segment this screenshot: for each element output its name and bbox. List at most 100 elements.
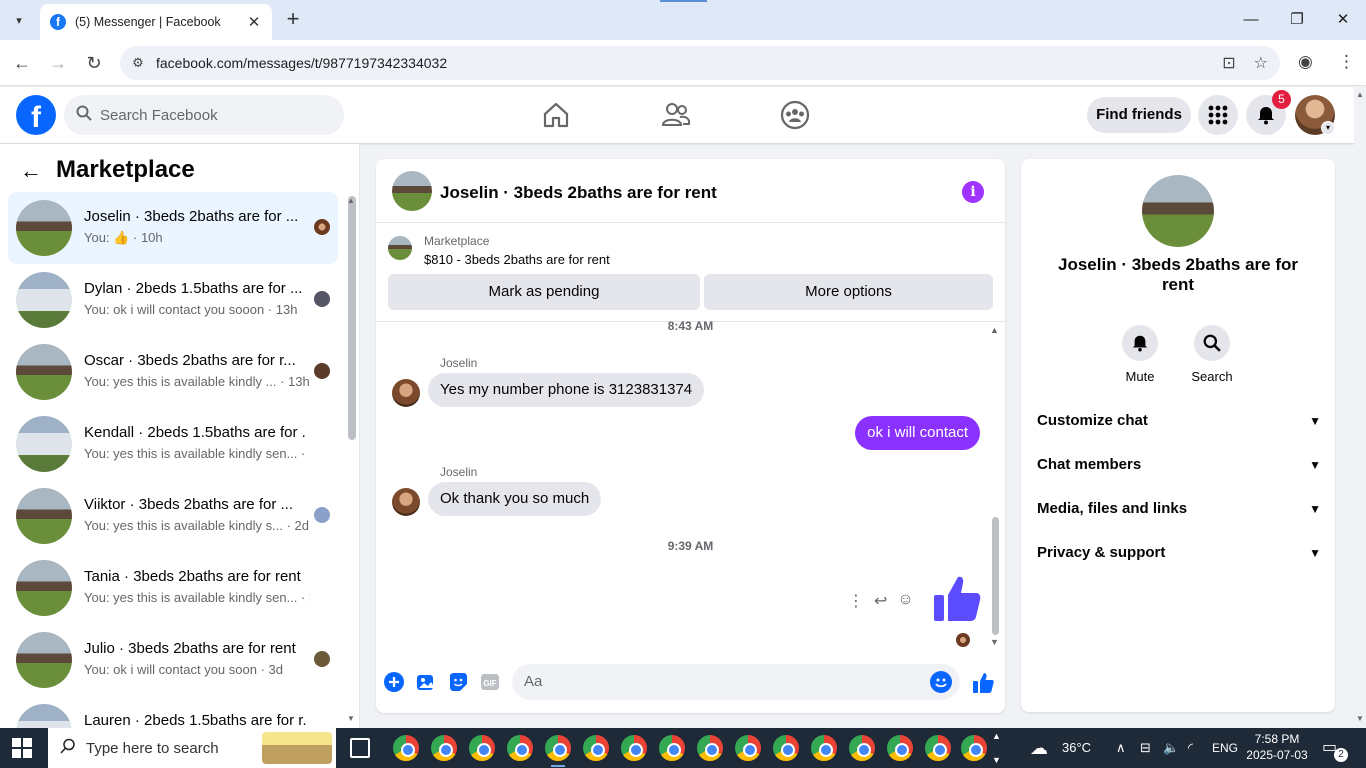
site-info-icon[interactable]: ⚙ (120, 55, 156, 71)
browser-menu-icon[interactable]: ⋮ (1338, 52, 1355, 72)
url-text[interactable]: facebook.com/messages/t/9877197342334032 (156, 55, 447, 71)
account-chevron-icon[interactable]: ▾ (1321, 121, 1335, 135)
chat-item-oscar[interactable]: Oscar · 3beds 2baths are for r... You: y… (8, 336, 338, 408)
chrome-app-icon[interactable] (468, 734, 496, 762)
media-files-links-row[interactable]: Media, files and links ▼ (1037, 491, 1321, 527)
like-thumbs-up-icon[interactable] (930, 573, 982, 625)
plus-icon[interactable] (384, 672, 404, 692)
scroll-up-arrow-icon[interactable]: ▲ (990, 325, 999, 335)
network-icon[interactable]: ⊟ (1140, 728, 1151, 768)
weather-icon[interactable]: ☁ (1030, 728, 1048, 768)
incoming-message[interactable]: Ok thank you so much (428, 482, 602, 516)
more-actions-icon[interactable]: ⋮ (848, 591, 864, 611)
listing-thumbnail[interactable] (388, 236, 412, 260)
facebook-logo-icon[interactable]: f (16, 95, 56, 135)
message-input[interactable]: Aa (512, 664, 960, 700)
page-scroll-up-icon[interactable]: ▲ (1356, 90, 1364, 99)
taskbar-overflow-arrows-icon[interactable]: ▲ ▼ (992, 730, 1001, 768)
sender-avatar[interactable] (392, 379, 420, 407)
gif-icon[interactable]: GIF (480, 672, 500, 692)
chat-item-tania[interactable]: Tania · 3beds 2baths are for rent You: y… (8, 552, 338, 624)
search-in-conversation-button[interactable]: Search (1182, 325, 1242, 384)
customize-chat-row[interactable]: Customize chat ▼ (1037, 403, 1321, 439)
chat-item-lauren[interactable]: Lauren · 2beds 1.5baths are for r... (8, 696, 338, 728)
chrome-app-icon[interactable] (960, 734, 988, 762)
friends-icon[interactable] (660, 99, 692, 131)
chat-list-scrollbar[interactable] (348, 196, 356, 440)
chrome-app-icon[interactable] (848, 734, 876, 762)
install-app-icon[interactable]: ⊡ (1222, 53, 1235, 73)
profile-icon[interactable]: ◉ (1298, 52, 1313, 72)
chrome-app-icon[interactable] (696, 734, 724, 762)
chat-members-row[interactable]: Chat members ▼ (1037, 447, 1321, 483)
chrome-app-icon[interactable] (582, 734, 610, 762)
address-bar[interactable]: ⚙ facebook.com/messages/t/98771973423340… (120, 46, 1280, 80)
new-tab-icon[interactable]: + (282, 8, 304, 31)
chrome-app-icon[interactable] (924, 734, 952, 762)
scroll-down-arrow-icon[interactable]: ▼ (347, 714, 355, 723)
window-close-icon[interactable]: ✕ (1328, 8, 1358, 32)
scroll-down-arrow-icon[interactable]: ▼ (990, 637, 999, 647)
conversation-avatar[interactable] (392, 171, 432, 211)
find-friends-button[interactable]: Find friends (1087, 97, 1191, 133)
tray-chevron-up-icon[interactable]: ∧ (1116, 728, 1126, 768)
windows-start-icon[interactable] (12, 738, 32, 758)
volume-icon[interactable]: 🔈 (1163, 728, 1179, 768)
scroll-up-arrow-icon[interactable]: ▲ (347, 196, 355, 205)
page-scroll-down-icon[interactable]: ▼ (1356, 714, 1364, 723)
minimize-icon[interactable]: — (1236, 8, 1266, 32)
emoji-icon[interactable] (930, 671, 952, 693)
info-icon[interactable]: i (962, 181, 984, 203)
home-icon[interactable] (540, 99, 572, 131)
chrome-app-icon[interactable] (430, 734, 458, 762)
reply-icon[interactable]: ↩ (874, 591, 887, 611)
language-indicator[interactable]: ENG (1212, 728, 1238, 768)
forward-icon[interactable]: → (45, 50, 71, 76)
search-facebook-input[interactable]: Search Facebook (64, 95, 344, 135)
chat-item-dylan[interactable]: Dylan · 2beds 1.5baths are for ... You: … (8, 264, 338, 336)
photo-icon[interactable] (416, 672, 436, 692)
browser-tab-messenger[interactable]: f (5) Messenger | Facebook ✕ (40, 4, 272, 40)
outgoing-message[interactable]: ok i will contact (855, 416, 980, 450)
groups-icon[interactable] (779, 99, 811, 131)
chrome-app-icon[interactable] (810, 734, 838, 762)
chat-item-julio[interactable]: Julio · 3beds 2baths are for rent You: o… (8, 624, 338, 696)
page-scrollbar[interactable] (1354, 87, 1366, 728)
listing-title[interactable]: $810 - 3beds 2baths are for rent (424, 252, 610, 267)
back-arrow-icon[interactable]: ← (20, 158, 42, 184)
wifi-icon[interactable]: ◜ (1188, 728, 1193, 768)
taskbar-search-input[interactable]: Type here to search (48, 728, 336, 768)
bookmark-star-icon[interactable]: ☆ (1254, 53, 1268, 73)
chat-item-joselin[interactable]: Joselin · 3beds 2baths are for ... You: … (8, 192, 338, 264)
weather-temp[interactable]: 36°C (1062, 728, 1091, 768)
chrome-app-icon[interactable] (772, 734, 800, 762)
chrome-app-icon[interactable] (620, 734, 648, 762)
restore-icon[interactable]: ❐ (1282, 8, 1312, 32)
mute-button[interactable]: Mute (1110, 325, 1170, 384)
chat-item-kendall[interactable]: Kendall · 2beds 1.5baths are for ... You… (8, 408, 338, 480)
tab-search-chevron-icon[interactable]: ▾ (8, 9, 30, 31)
taskbar-clock[interactable]: 7:58 PM 2025-07-03 (1246, 731, 1308, 763)
menu-grid-icon[interactable] (1198, 95, 1238, 135)
incoming-message[interactable]: Yes my number phone is 3123831374 (428, 373, 705, 407)
chrome-app-icon[interactable] (734, 734, 762, 762)
back-icon[interactable]: ← (9, 50, 35, 76)
chrome-app-icon[interactable] (886, 734, 914, 762)
privacy-support-row[interactable]: Privacy & support ▼ (1037, 535, 1321, 571)
react-emoji-icon[interactable]: ☺ (897, 591, 913, 611)
chrome-app-icon-active[interactable] (544, 734, 572, 762)
send-like-icon[interactable] (972, 672, 994, 694)
conversation-scrollbar[interactable] (992, 517, 999, 635)
chat-info-avatar[interactable] (1142, 175, 1214, 247)
sender-avatar[interactable] (392, 488, 420, 516)
more-options-button[interactable]: More options (704, 274, 993, 310)
reload-icon[interactable]: ↻ (81, 50, 107, 76)
chrome-app-icon[interactable] (658, 734, 686, 762)
chat-item-viiktor[interactable]: Viiktor · 3beds 2baths are for ... You: … (8, 480, 338, 552)
sticker-icon[interactable] (448, 672, 468, 692)
conversation-title[interactable]: Joselin · 3beds 2baths are for rent (440, 183, 717, 203)
mark-as-pending-button[interactable]: Mark as pending (388, 274, 700, 310)
chrome-app-icon[interactable] (506, 734, 534, 762)
chrome-app-icon[interactable] (392, 734, 420, 762)
notification-center-icon[interactable]: ▭ (1322, 728, 1337, 768)
